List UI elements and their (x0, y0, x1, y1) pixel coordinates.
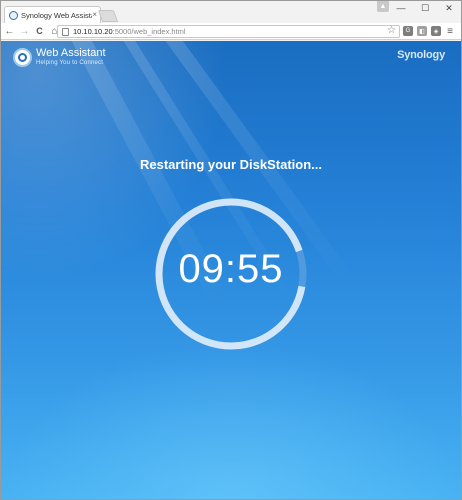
maximize-button[interactable]: ☐ (413, 1, 437, 15)
status-message: Restarting your DiskStation... (139, 157, 323, 172)
url-host: 10.10.10.20 (73, 27, 113, 36)
bookmark-star-icon[interactable]: ☆ (387, 25, 396, 36)
window-controls: — ☐ ✕ (389, 1, 461, 15)
url-path: :5000/web_index.html (112, 27, 186, 36)
address-toolbar: ← → C ⌂ 10.10.10.20:5000/web_index.html … (1, 23, 461, 40)
synology-logo: Synology (397, 49, 445, 61)
countdown-timer: 09:55 (178, 247, 284, 291)
forward-button[interactable]: → (18, 25, 31, 38)
brand-subtitle: Helping You to Connect (36, 60, 104, 66)
page-icon (62, 27, 69, 36)
title-bar: Synology Web Assistant × ▲ — ☐ ✕ (1, 1, 461, 23)
url-text: 10.10.10.20:5000/web_index.html (73, 27, 186, 36)
minimize-button[interactable]: — (389, 1, 413, 15)
web-assistant-logo-icon (13, 47, 32, 67)
browser-menu-icon[interactable]: ≡ (445, 26, 455, 37)
synology-favicon-icon (9, 10, 18, 20)
close-window-button[interactable]: ✕ (437, 1, 461, 15)
new-tab-button[interactable] (97, 10, 119, 22)
address-bar[interactable]: 10.10.10.20:5000/web_index.html ☆ (57, 25, 400, 38)
browser-tab[interactable]: Synology Web Assistant × (4, 6, 101, 23)
extension-icons: G ◧ ◈ ≡ (403, 26, 455, 37)
web-assistant-brand: Web Assistant Helping You to Connect (13, 47, 106, 67)
extension-pages-icon[interactable]: ◧ (417, 26, 427, 36)
browser-window: Synology Web Assistant × ▲ — ☐ ✕ ← → C ⌂… (0, 0, 462, 500)
page-viewport: Web Assistant Helping You to Connect Syn… (1, 41, 461, 499)
extension-shield-icon[interactable]: ◈ (431, 26, 441, 36)
tab-title: Synology Web Assistant (21, 10, 92, 20)
back-button[interactable]: ← (3, 25, 16, 38)
extension-g-icon[interactable]: G (403, 26, 413, 36)
reload-button[interactable]: C (33, 25, 46, 38)
tab-close-icon[interactable]: × (92, 11, 97, 19)
brand-title: Web Assistant (36, 47, 106, 59)
profile-icon[interactable]: ▲ (377, 1, 389, 12)
